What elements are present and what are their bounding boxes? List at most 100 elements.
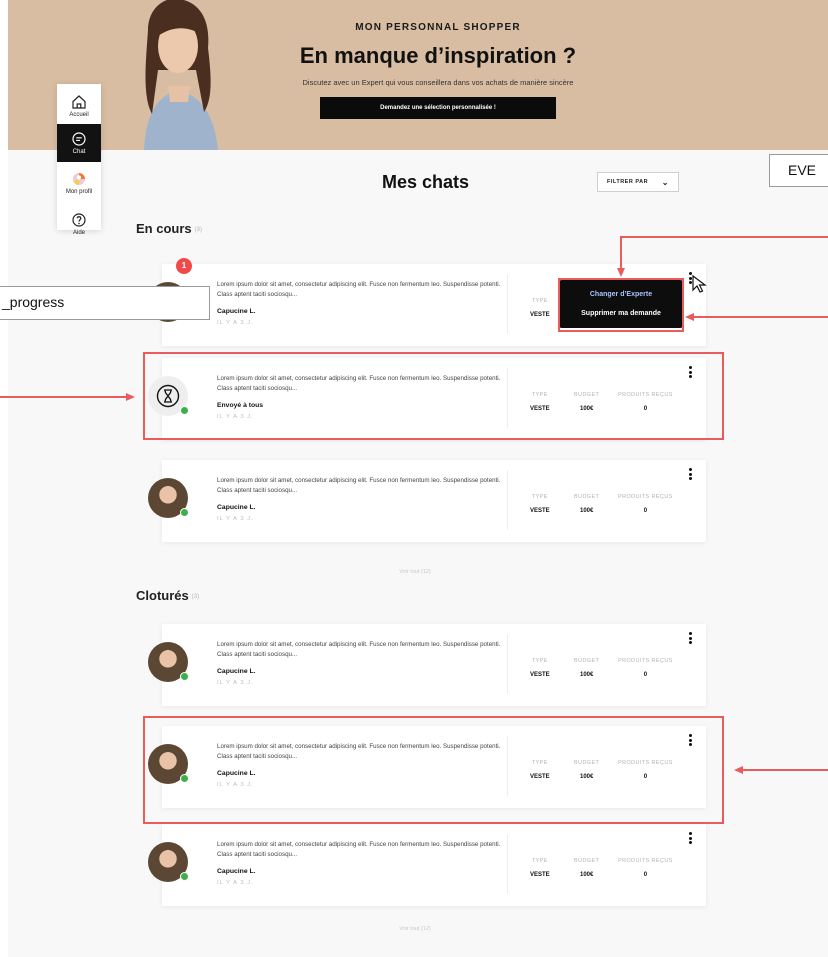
budget-column: BUDGET 100€ — [574, 658, 599, 678]
type-column: TYPE VESTE — [530, 494, 550, 514]
unread-badge: 1 — [176, 258, 192, 274]
divider — [507, 274, 508, 334]
type-label: TYPE — [531, 298, 548, 304]
budget-label: BUDGET — [574, 494, 600, 500]
products-label: PRODUITS REÇUS — [618, 494, 673, 500]
products-label: PRODUITS REÇUS — [618, 658, 673, 664]
type-column: TYPE VESTE — [530, 858, 550, 878]
type-value: VESTE — [530, 672, 550, 678]
annotation-line — [620, 236, 622, 268]
avatar — [148, 642, 189, 682]
online-status-dot — [180, 672, 189, 681]
message-preview: Lorem ipsum dolor sit amet, consectetur … — [217, 641, 501, 658]
type-label: TYPE — [531, 494, 548, 500]
message-preview: Lorem ipsum dolor sit amet, consectetur … — [217, 477, 501, 494]
sidebar-item-aide[interactable]: Aide — [57, 203, 101, 244]
profile-icon — [73, 172, 85, 185]
annotation-line — [742, 769, 828, 771]
model-photo — [144, 0, 218, 150]
products-value: 0 — [643, 508, 648, 514]
annotation-line — [693, 316, 828, 318]
divider — [507, 470, 508, 530]
arrow-left-icon — [734, 765, 743, 774]
message-preview: Lorem ipsum dolor sit amet, consectetur … — [217, 841, 501, 858]
products-value: 0 — [643, 672, 648, 678]
products-column: PRODUITS REÇUS 0 — [618, 658, 673, 678]
sidebar: Accueil Chat Mon profil Aide — [57, 84, 101, 236]
hero-text: MON PERSONNAL SHOPPER En manque d’inspir… — [238, 22, 638, 119]
timestamp: IL Y A 3 J. — [217, 880, 254, 886]
sidebar-item-chat[interactable]: Chat — [57, 124, 101, 162]
online-status-dot — [180, 508, 189, 517]
home-icon — [72, 95, 86, 109]
budget-value: 100€ — [579, 872, 594, 878]
products-label: PRODUITS REÇUS — [618, 858, 673, 864]
filter-label: FILTRER PAR — [607, 179, 649, 185]
request-selection-button[interactable]: Demandez une sélection personnalisée ! — [320, 97, 556, 119]
page-title: Mes chats — [382, 172, 470, 192]
products-value: 0 — [643, 872, 648, 878]
more-options-icon[interactable] — [689, 832, 692, 846]
message-preview: Lorem ipsum dolor sit amet, consectetur … — [217, 281, 501, 298]
sidebar-item-label: Accueil — [69, 112, 89, 118]
contact-name: Capucine L. — [217, 868, 256, 875]
avatar — [148, 842, 189, 882]
chat-card[interactable]: Lorem ipsum dolor sit amet, consectetur … — [148, 824, 706, 906]
budget-label: BUDGET — [574, 858, 600, 864]
sidebar-item-profil[interactable]: Mon profil — [57, 162, 101, 203]
chat-card[interactable]: Lorem ipsum dolor sit amet, consectetur … — [148, 624, 706, 706]
hero-subtitle: Discutez avec un Expert qui vous conseil… — [302, 78, 574, 87]
hero-title: En manque d’inspiration ? — [299, 43, 577, 68]
highlight-sent-to-all-card — [143, 352, 724, 440]
arrow-right-icon — [126, 392, 135, 401]
hero-banner: MON PERSONNAL SHOPPER En manque d’inspir… — [8, 0, 828, 150]
more-options-icon[interactable] — [689, 468, 692, 482]
budget-column: BUDGET 100€ — [574, 858, 599, 878]
arrow-left-icon — [685, 312, 694, 321]
avatar — [148, 478, 189, 518]
budget-value: 100€ — [579, 672, 594, 678]
type-label: TYPE — [531, 658, 548, 664]
section-count: (3) — [191, 593, 200, 600]
online-status-dot — [180, 872, 189, 881]
products-column: PRODUITS REÇUS 0 — [618, 494, 673, 514]
section-in-progress: En cours (3) — [136, 221, 202, 236]
products-column: PRODUITS REÇUS 0 — [618, 858, 673, 878]
timestamp: IL Y A 3 J. — [217, 516, 254, 522]
chevron-down-icon: ⌄ — [661, 177, 669, 187]
type-column: TYPE VESTE — [530, 298, 550, 318]
timestamp: IL Y A 3 J. — [217, 680, 254, 686]
contact-name: Capucine L. — [217, 504, 256, 511]
budget-column: BUDGET 100€ — [574, 494, 599, 514]
help-icon — [72, 212, 86, 227]
chat-card[interactable]: Lorem ipsum dolor sit amet, consectetur … — [148, 460, 706, 542]
see-all-link[interactable]: Voir tout (12) — [390, 926, 440, 932]
budget-label: BUDGET — [574, 658, 600, 664]
sidebar-item-label: Aide — [72, 229, 85, 236]
contact-name: Capucine L. — [217, 668, 256, 675]
chat-icon — [72, 132, 86, 146]
highlight-closed-card — [143, 716, 724, 824]
divider — [507, 834, 508, 894]
budget-value: 100€ — [579, 508, 594, 514]
pointer-cursor-icon — [692, 274, 707, 293]
annotation-event-label: EVE — [769, 154, 828, 187]
type-value: VESTE — [530, 872, 550, 878]
sidebar-item-accueil[interactable]: Accueil — [57, 84, 101, 124]
timestamp: IL Y A 3 J. — [217, 320, 254, 326]
see-all-link[interactable]: Voir tout (12) — [390, 569, 440, 575]
annotation-progress-label: _progress — [0, 286, 210, 320]
type-label: TYPE — [531, 858, 548, 864]
sidebar-item-label: Mon profil — [65, 188, 93, 195]
section-title: En cours — [136, 221, 192, 236]
section-closed: Cloturés (3) — [136, 588, 199, 603]
more-options-icon[interactable] — [689, 632, 692, 646]
sidebar-item-label: Chat — [72, 149, 86, 155]
annotation-line — [620, 236, 828, 238]
filter-dropdown[interactable]: FILTRER PAR ⌄ — [597, 172, 679, 192]
divider — [507, 634, 508, 694]
contact-name: Capucine L. — [217, 308, 256, 315]
highlight-context-menu — [558, 278, 684, 332]
section-title: Cloturés — [136, 588, 189, 603]
arrow-down-icon — [616, 268, 625, 277]
